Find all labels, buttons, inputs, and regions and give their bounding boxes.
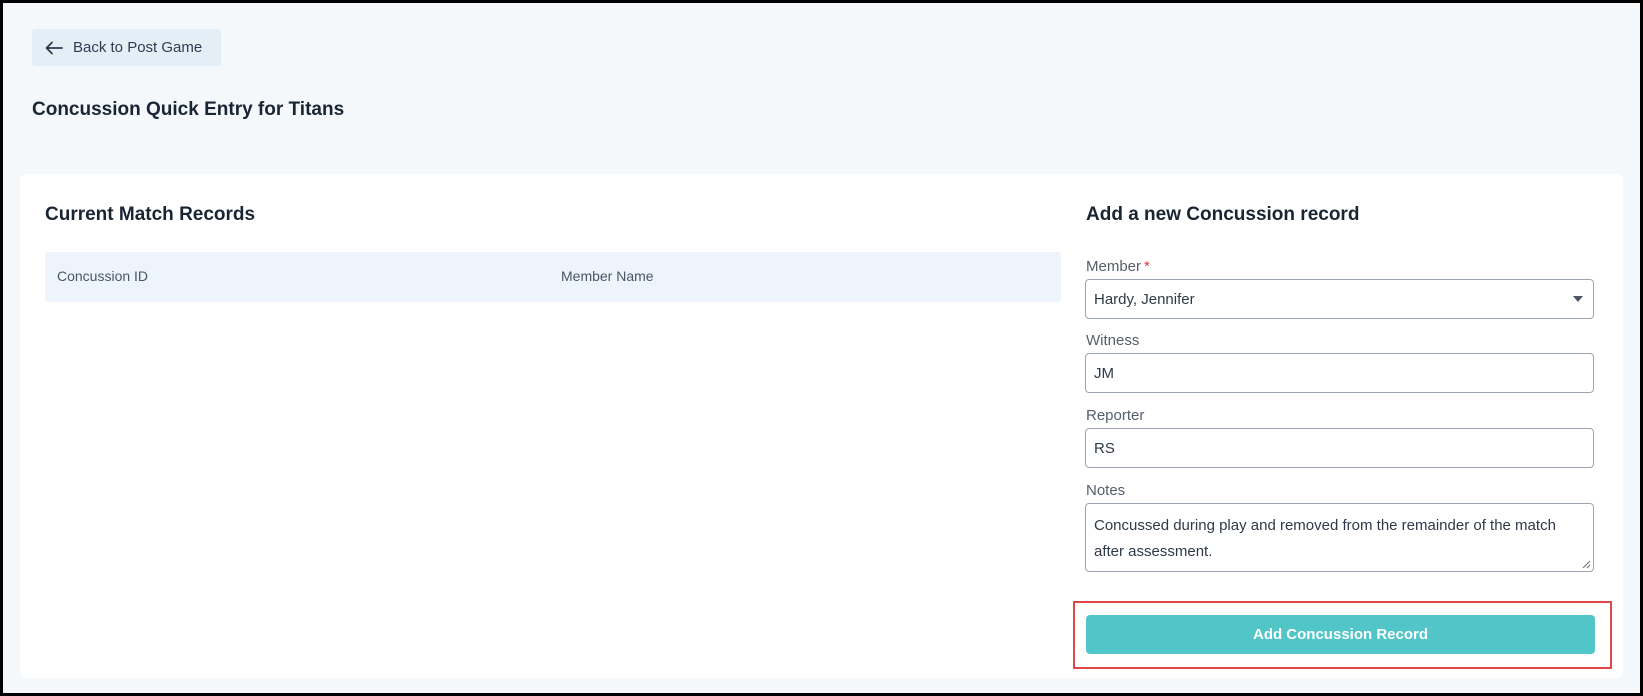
member-select[interactable]: Hardy, Jennifer [1085,279,1594,319]
required-marker: * [1144,258,1150,275]
column-header-member-name[interactable]: Member Name [561,268,654,284]
records-section-title: Current Match Records [45,204,256,225]
reporter-label: Reporter [1086,407,1145,424]
reporter-input[interactable]: RS [1085,428,1594,468]
notes-textarea[interactable]: Concussed during play and removed from t… [1085,503,1594,572]
form-title: Add a new Concussion record [1086,204,1360,225]
member-select-value: Hardy, Jennifer [1094,290,1195,308]
member-label-text: Member [1086,258,1142,275]
resize-grip-icon[interactable] [1581,559,1591,569]
member-label: Member * [1086,258,1150,275]
page-title: Concussion Quick Entry for Titans [32,99,345,120]
arrow-left-icon [45,41,63,54]
witness-input[interactable]: JM [1085,353,1594,393]
notes-textarea-value: Concussed during play and removed from t… [1094,517,1556,560]
page-frame: Back to Post Game Concussion Quick Entry… [3,3,1640,693]
column-header-concussion-id[interactable]: Concussion ID [57,268,148,284]
reporter-input-value: RS [1094,439,1115,457]
notes-label: Notes [1086,482,1126,499]
back-button-label: Back to Post Game [73,39,203,56]
records-table-header: Concussion ID Member Name [45,252,1061,302]
witness-label: Witness [1086,332,1140,349]
caret-down-icon [1573,296,1583,302]
add-concussion-record-button[interactable]: Add Concussion Record [1086,615,1595,654]
witness-input-value: JM [1094,364,1114,382]
back-to-post-game-button[interactable]: Back to Post Game [32,29,221,66]
